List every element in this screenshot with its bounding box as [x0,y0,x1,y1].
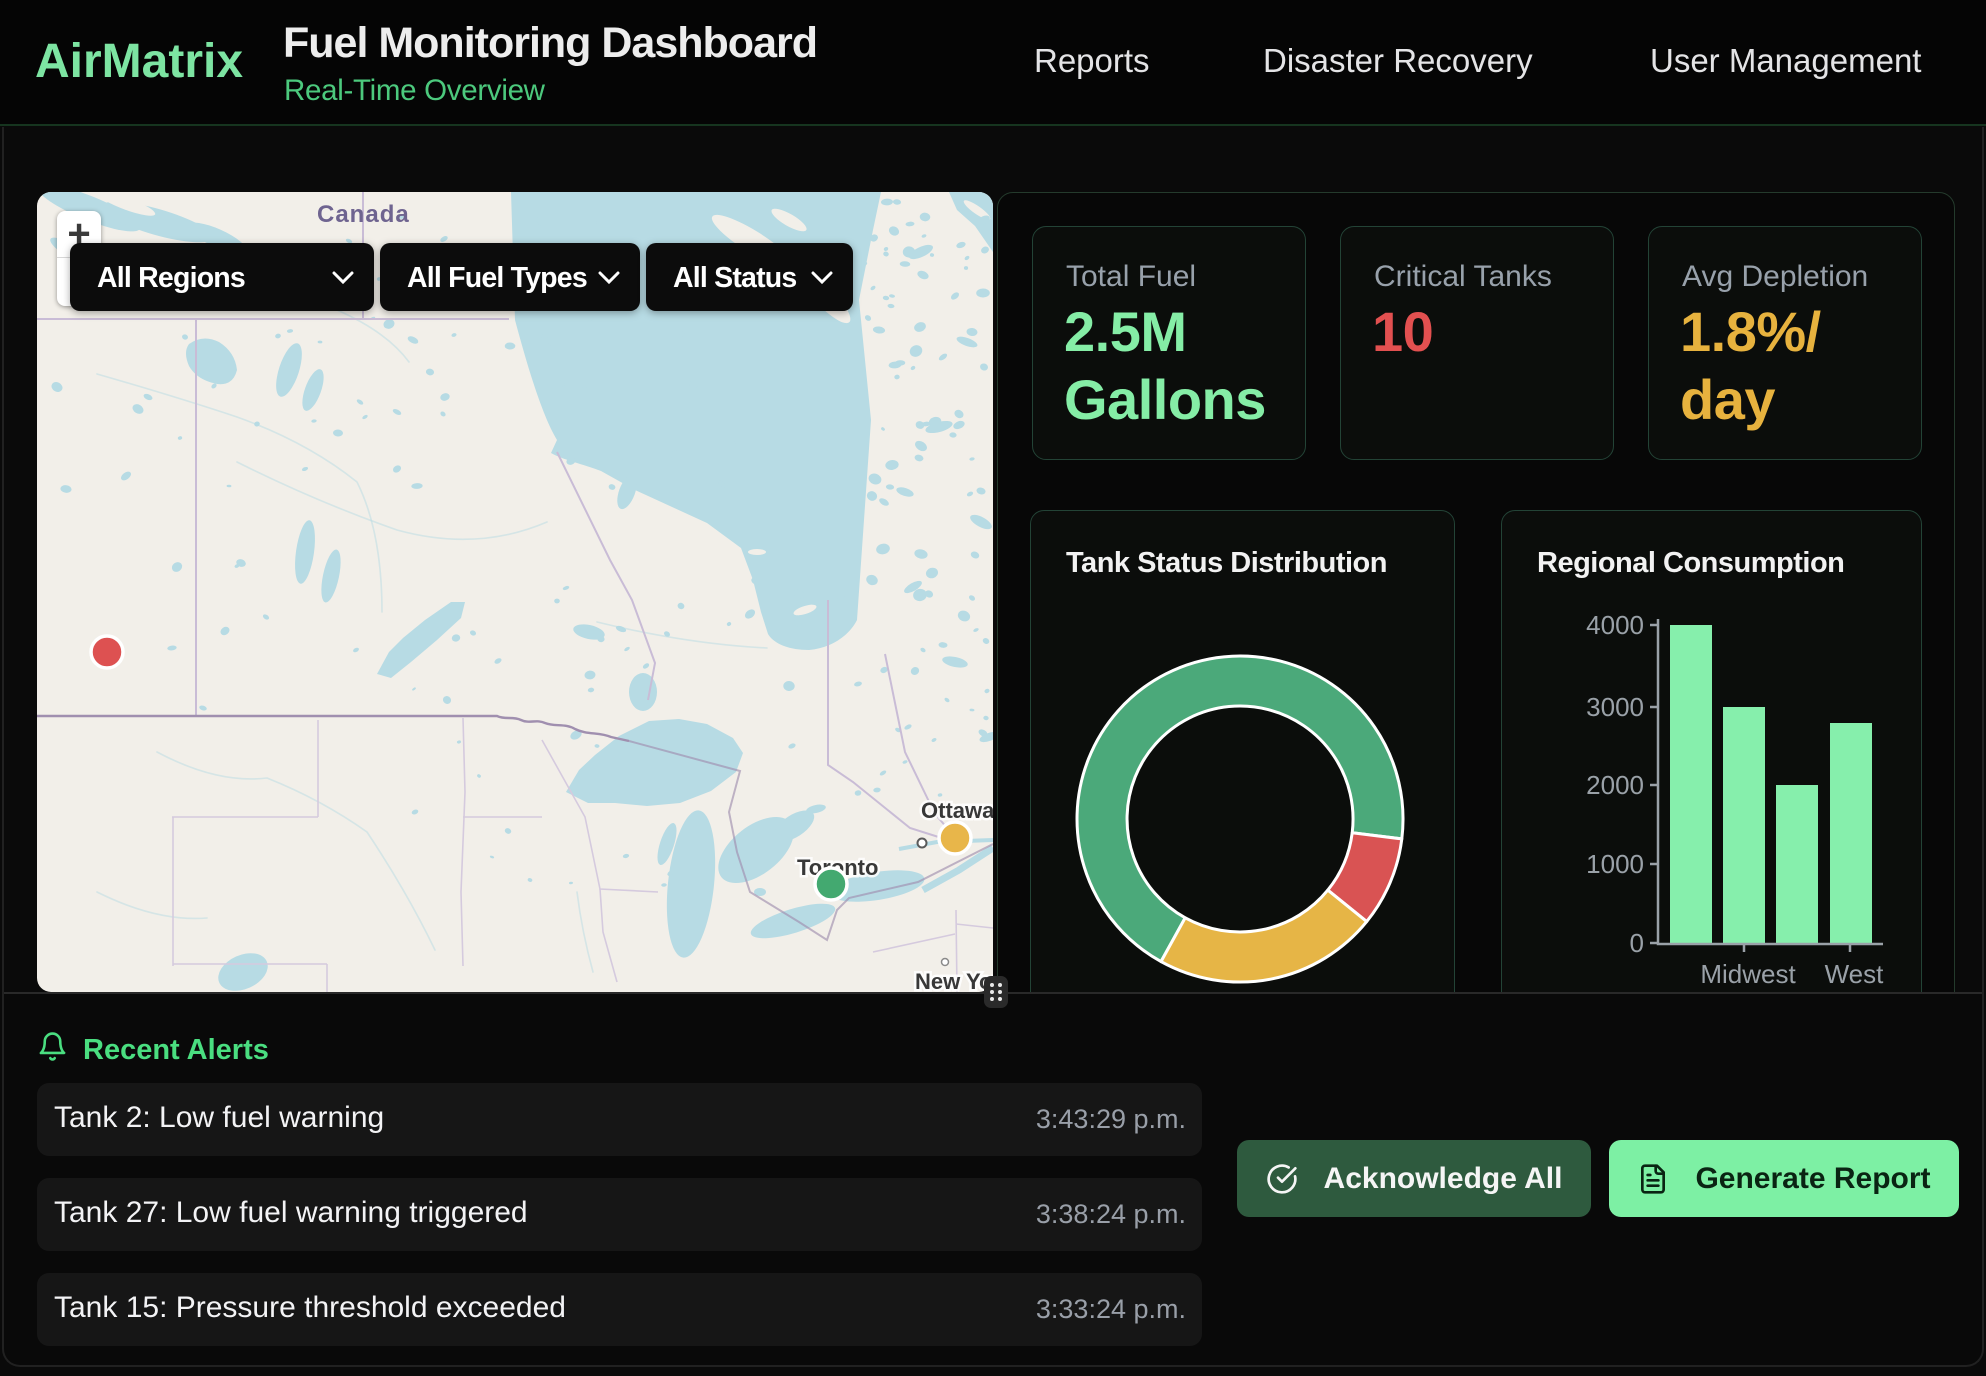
svg-text:Ottawa: Ottawa [921,798,993,823]
svg-text:3000: 3000 [1586,692,1644,722]
svg-text:Canada: Canada [317,201,410,228]
svg-text:2000: 2000 [1586,770,1644,800]
svg-text:0: 0 [1630,928,1644,958]
svg-text:New York: New York [915,969,993,992]
svg-text:Midwest: Midwest [1700,959,1796,989]
svg-text:4000: 4000 [1586,610,1644,640]
svg-text:1000: 1000 [1586,849,1644,879]
svg-text:West: West [1825,959,1885,989]
